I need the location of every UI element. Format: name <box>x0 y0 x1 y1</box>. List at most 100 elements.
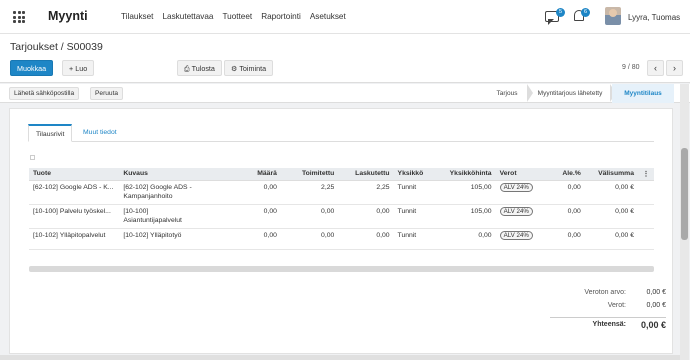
main-menu: Tilaukset Laskutettavaa Tuotteet Raporto… <box>121 12 355 21</box>
action-button[interactable]: ⚙ Toiminta <box>224 60 274 76</box>
scrollbar-thumb[interactable] <box>681 148 688 240</box>
col-taxes[interactable]: Verot <box>495 168 549 181</box>
untaxed-value: 0,00 € <box>646 289 666 296</box>
cell-unit-price: 105,00 <box>436 180 496 205</box>
create-label: Luo <box>75 64 88 73</box>
cell-uom: Tunnit <box>393 228 437 250</box>
cell-unit-price: 105,00 <box>436 204 496 229</box>
cell-unit-price: 0,00 <box>436 228 496 250</box>
menu-item-reporting[interactable]: Raportointi <box>261 12 301 21</box>
table-row[interactable]: [10-102] Ylläpitopalvelut [10-102] Ylläp… <box>29 228 654 250</box>
taxes-row: Verot: 0,00 € <box>550 302 666 315</box>
cell-discount: 0,00 <box>548 204 585 229</box>
stage-quotation[interactable]: Tarjous <box>487 84 527 103</box>
total-value: 0,00 € <box>640 320 666 330</box>
col-description[interactable]: Kuvaus <box>119 168 237 181</box>
col-product[interactable]: Tuote <box>29 168 120 181</box>
table-horizontal-scrollbar[interactable] <box>29 266 654 272</box>
table-row[interactable]: [10-100] Palvelu työskel... [10-100] Asia… <box>29 204 654 229</box>
menu-item-settings[interactable]: Asetukset <box>310 12 346 21</box>
table-row[interactable]: [62-102] Google ADS - K... [62-102] Goog… <box>29 180 654 205</box>
optional-columns-icon[interactable]: ⋮ <box>637 168 654 181</box>
col-quantity[interactable]: Määrä <box>236 168 281 181</box>
untaxed-label: Veroton arvo: <box>584 289 626 296</box>
cell-description: [62-102] Google ADS - Kampanjanhoito <box>119 180 237 205</box>
cell-taxes: ALV 24% <box>495 180 549 205</box>
description-line: Asiantuntijapalvelut <box>123 216 182 224</box>
pager-value[interactable]: 9 / 80 <box>622 64 640 71</box>
form-sheet: Tilausrivit Muut tiedot Tuote Kuvaus Mää… <box>9 108 673 354</box>
menu-item-to-invoice[interactable]: Laskutettavaa <box>162 12 213 21</box>
cell-spacer <box>637 204 654 229</box>
stage-sales-order[interactable]: Myyntitilaus <box>612 84 674 103</box>
cell-uom: Tunnit <box>393 204 437 229</box>
messages-count-badge: 5 <box>556 8 565 17</box>
taxes-label: Verot: <box>607 302 626 309</box>
description-line: Kampanjanhoito <box>123 192 173 200</box>
cell-description: [10-102] Ylläpitotyö <box>119 228 237 250</box>
cell-subtotal: 0,00 € <box>584 180 638 205</box>
cell-description: [10-100] Asiantuntijapalvelut <box>119 204 237 229</box>
cell-subtotal: 0,00 € <box>584 228 638 250</box>
cell-quantity: 0,00 <box>236 228 281 250</box>
apps-grid-icon[interactable] <box>13 11 25 23</box>
pager-previous-button[interactable]: ‹ <box>647 60 664 76</box>
description-line: [10-100] <box>123 207 149 215</box>
cell-uom: Tunnit <box>393 180 437 205</box>
menu-item-orders[interactable]: Tilaukset <box>121 12 153 21</box>
edit-button[interactable]: Muokkaa <box>10 60 54 76</box>
pager-next-button[interactable]: › <box>666 60 683 76</box>
table-header-row: Tuote Kuvaus Määrä Toimitettu Laskutettu… <box>29 168 654 181</box>
stage-quotation-sent[interactable]: Myyntitarjous lähetetty <box>530 84 610 103</box>
avatar[interactable] <box>605 7 621 25</box>
status-bar: Lähetä sähköpostilla Peruuta Tarjous Myy… <box>0 84 690 103</box>
menu-item-products[interactable]: Tuotteet <box>222 12 252 21</box>
notebook-tabs: Tilausrivit Muut tiedot <box>28 124 654 142</box>
chevron-left-icon: ‹ <box>654 63 657 73</box>
total-label: Yhteensä: <box>592 321 626 328</box>
tax-tag: ALV 24% <box>499 230 533 240</box>
cell-delivered: 2,25 <box>280 180 339 205</box>
col-delivered[interactable]: Toimitettu <box>280 168 339 181</box>
tax-tag: ALV 24% <box>499 206 533 216</box>
top-navbar: Myynti Tilaukset Laskutettavaa Tuotteet … <box>0 0 690 34</box>
description-line: [10-102] Ylläpitotyö <box>123 231 182 239</box>
cell-discount: 0,00 <box>548 180 585 205</box>
cell-product: [62-102] Google ADS - K... <box>29 180 120 205</box>
send-email-button[interactable]: Lähetä sähköpostilla <box>9 87 80 100</box>
col-unit-price[interactable]: Yksikköhinta <box>436 168 496 181</box>
create-button[interactable]: + Luo <box>62 60 95 76</box>
taxes-value: 0,00 € <box>646 302 666 309</box>
untaxed-row: Veroton arvo: 0,00 € <box>550 289 666 302</box>
action-label: Toiminta <box>239 64 267 73</box>
tax-tag: ALV 24% <box>499 182 533 192</box>
cancel-button[interactable]: Peruuta <box>90 87 124 100</box>
user-name[interactable]: Lyyra, Tuomas <box>628 13 680 22</box>
cell-product: [10-100] Palvelu työskel... <box>29 204 120 229</box>
section-handle <box>30 155 35 160</box>
tab-order-lines[interactable]: Tilausrivit <box>28 124 73 142</box>
print-label: Tulosta <box>191 64 215 73</box>
print-button[interactable]: ⎙ Tulosta <box>177 60 222 76</box>
col-subtotal[interactable]: Välisumma <box>584 168 638 181</box>
activity-count-badge: 6 <box>581 8 590 17</box>
tab-other-info[interactable]: Muut tiedot <box>76 124 124 142</box>
cell-invoiced: 0,00 <box>338 228 394 250</box>
col-discount[interactable]: Ale.% <box>548 168 585 181</box>
cell-delivered: 0,00 <box>280 228 339 250</box>
cell-quantity: 0,00 <box>236 204 281 229</box>
order-lines-table: Tuote Kuvaus Määrä Toimitettu Laskutettu… <box>29 168 654 250</box>
chevron-right-icon: › <box>673 63 676 73</box>
bottom-scrollbar[interactable] <box>0 355 680 360</box>
cell-taxes: ALV 24% <box>495 228 549 250</box>
cell-taxes: ALV 24% <box>495 204 549 229</box>
totals-summary: Veroton arvo: 0,00 € Verot: 0,00 € Yhtee… <box>550 289 666 334</box>
col-invoiced[interactable]: Laskutettu <box>338 168 394 181</box>
cell-spacer <box>637 228 654 250</box>
app-title[interactable]: Myynti <box>48 9 88 23</box>
totals-divider <box>550 317 666 318</box>
cell-subtotal: 0,00 € <box>584 204 638 229</box>
breadcrumb: Tarjoukset / S00039 <box>10 41 103 53</box>
col-uom[interactable]: Yksikkö <box>393 168 437 181</box>
description-line: [62-102] Google ADS - <box>123 183 192 191</box>
